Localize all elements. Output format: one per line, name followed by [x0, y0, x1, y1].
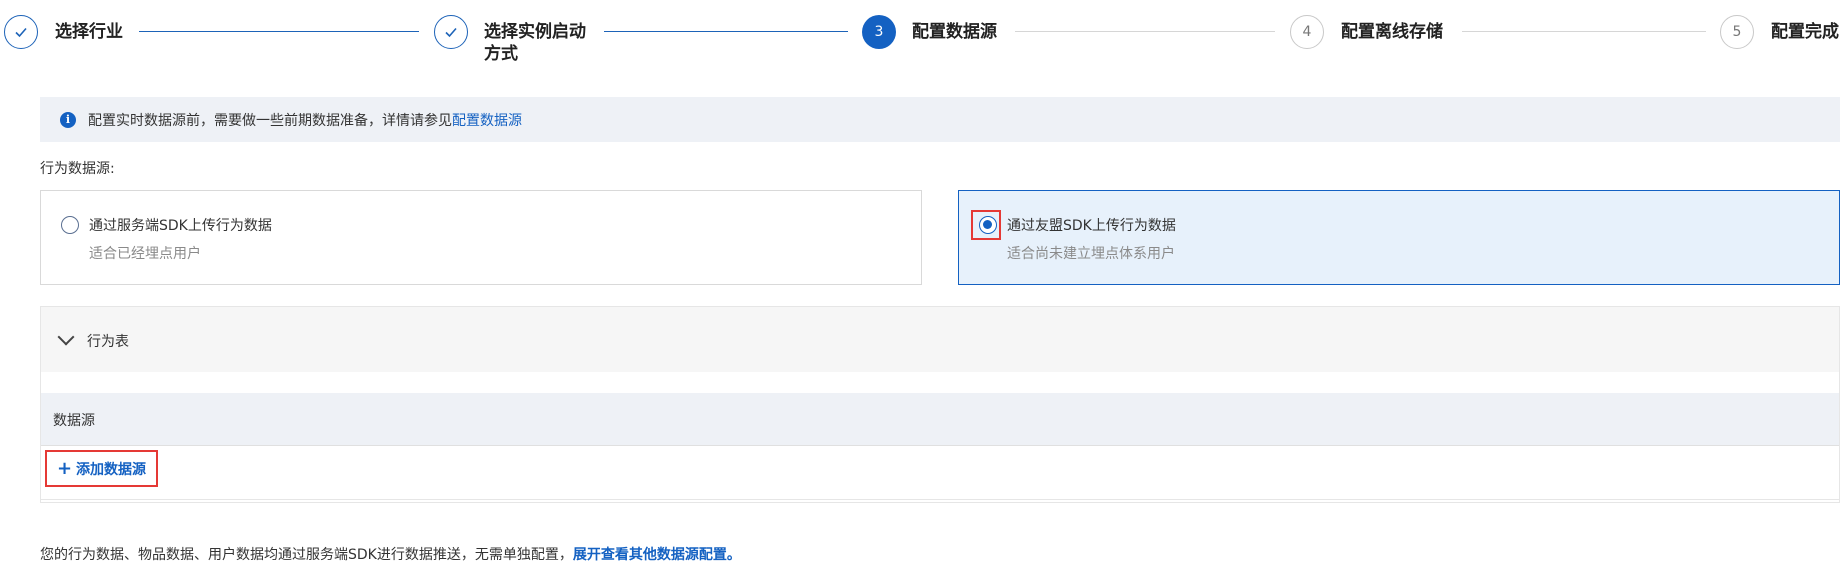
step-connector: [1462, 31, 1706, 32]
plus-icon: +: [56, 458, 73, 479]
banner-link[interactable]: 配置数据源: [452, 110, 522, 130]
step-1-title: 选择行业: [55, 22, 123, 42]
chevron-down-icon[interactable]: [57, 328, 75, 346]
info-icon: i: [60, 111, 76, 128]
option-desc: 适合已经埋点用户: [89, 246, 201, 262]
option-umeng-sdk[interactable]: 通过友盟SDK上传行为数据 适合尚未建立埋点体系用户: [958, 190, 1840, 285]
footer-text: 您的行为数据、物品数据、用户数据均通过服务端SDK进行数据推送，无需单独配置，: [40, 547, 573, 563]
step-2-check-icon: [434, 15, 468, 49]
info-banner: i 配置实时数据源前，需要做一些前期数据准备，详情请参见 配置数据源: [40, 97, 1840, 142]
banner-text: 配置实时数据源前，需要做一些前期数据准备，详情请参见: [88, 112, 452, 129]
behavior-source-label: 行为数据源:: [40, 161, 115, 177]
table-header: 数据源: [41, 393, 1839, 446]
radio-umeng-sdk[interactable]: [979, 216, 997, 234]
step-progress: 选择行业 选择实例启动 方式 3 配置数据源 4 配置离线存储 5 配置完成: [0, 0, 1843, 80]
step-4-number: 4: [1290, 15, 1324, 49]
panel-title: 行为表: [87, 334, 129, 350]
step-2-title: 选择实例启动 方式: [484, 22, 586, 64]
column-header-datasource: 数据源: [53, 413, 95, 429]
step-5-number: 5: [1720, 15, 1754, 49]
option-title: 通过友盟SDK上传行为数据: [1007, 218, 1176, 234]
step-connector: [139, 31, 419, 32]
step-connector: [1015, 31, 1275, 32]
panel-header[interactable]: 行为表: [41, 307, 1839, 372]
table-row: + 添加数据源: [41, 446, 1839, 500]
step-1-check-icon: [4, 15, 38, 49]
step-3-number: 3: [862, 15, 896, 49]
add-datasource-label: 添加数据源: [76, 461, 147, 478]
step-5-title: 配置完成: [1771, 22, 1839, 42]
behavior-table-panel: 行为表 数据源 + 添加数据源: [40, 306, 1840, 503]
option-title: 通过服务端SDK上传行为数据: [89, 218, 272, 234]
radio-server-sdk[interactable]: [61, 216, 79, 234]
option-desc: 适合尚未建立埋点体系用户: [1007, 246, 1175, 262]
step-4-title: 配置离线存储: [1341, 22, 1443, 42]
step-connector: [604, 31, 848, 32]
option-server-sdk[interactable]: 通过服务端SDK上传行为数据 适合已经埋点用户: [40, 190, 922, 285]
add-datasource-button[interactable]: + 添加数据源: [45, 450, 158, 487]
expand-other-sources-link[interactable]: 展开查看其他数据源配置。: [573, 547, 741, 563]
step-3-title: 配置数据源: [912, 22, 997, 42]
footer-note: 您的行为数据、物品数据、用户数据均通过服务端SDK进行数据推送，无需单独配置，展…: [40, 544, 741, 564]
